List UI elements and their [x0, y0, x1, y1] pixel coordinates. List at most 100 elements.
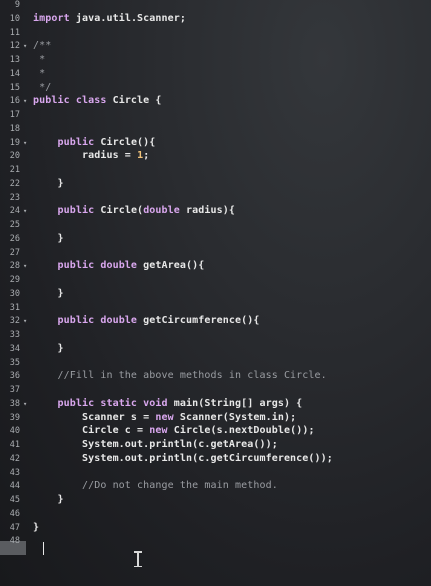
- line-number: 41: [9, 440, 20, 450]
- code-line[interactable]: 17: [0, 108, 431, 122]
- line-number: 34: [9, 343, 20, 354]
- code-line[interactable]: 11: [0, 26, 431, 40]
- keyword-token: public double: [57, 260, 138, 272]
- code-token: }: [33, 521, 40, 533]
- code-line[interactable]: 41 System.out.println(c.getArea());: [0, 438, 431, 452]
- line-number: 42: [9, 453, 20, 464]
- code-line[interactable]: 22 }: [0, 177, 431, 191]
- fold-toggle-icon[interactable]: ▾: [23, 397, 27, 411]
- code-line[interactable]: 34 }: [0, 342, 431, 356]
- comment-token: /**: [33, 40, 52, 52]
- code-line[interactable]: 32 ▾ public double getCircumference(){: [0, 314, 431, 328]
- fold-toggle-icon[interactable]: ▾: [23, 39, 27, 53]
- code-token: radius =: [33, 150, 138, 162]
- fold-toggle-icon[interactable]: ▾: [23, 136, 27, 150]
- line-number: 11: [9, 27, 20, 38]
- code-text: public static void main(String[] args) {: [33, 397, 302, 411]
- code-line[interactable]: 12 ▾ /**: [0, 39, 431, 53]
- code-line[interactable]: 29: [0, 273, 431, 287]
- code-text: //Fill in the above methods in class Cir…: [33, 369, 327, 383]
- code-line[interactable]: 9: [0, 0, 431, 12]
- code-token: Circle(: [94, 205, 144, 217]
- line-number: 46: [9, 508, 20, 519]
- code-line[interactable]: 43: [0, 466, 431, 480]
- code-token: System.out.println(c.getArea());: [33, 439, 278, 450]
- code-token: System.out.println(c.getCircumference())…: [33, 452, 333, 464]
- code-line[interactable]: 30 }: [0, 287, 431, 301]
- code-line[interactable]: 42 System.out.println(c.getCircumference…: [0, 452, 431, 466]
- code-text: public Circle(double radius){: [33, 204, 235, 218]
- code-text: }: [33, 521, 39, 535]
- ibeam-cursor-icon: [133, 551, 143, 567]
- fold-toggle-icon[interactable]: ▾: [23, 204, 27, 218]
- line-number: 40: [9, 426, 20, 437]
- keyword-token: double: [143, 205, 180, 217]
- line-number: 21: [9, 165, 20, 175]
- code-line[interactable]: 25: [0, 218, 431, 232]
- code-line[interactable]: 15 */: [0, 81, 431, 95]
- code-line[interactable]: 26 }: [0, 232, 431, 246]
- code-line[interactable]: 13 *: [0, 53, 431, 67]
- code-line[interactable]: 37: [0, 383, 431, 397]
- code-token: getArea(){: [137, 260, 205, 272]
- code-line[interactable]: 31: [0, 301, 431, 315]
- line-number: 29: [9, 275, 20, 285]
- code-text: public double getCircumference(){: [33, 314, 259, 328]
- code-line[interactable]: 14 *: [0, 67, 431, 81]
- code-text: */: [33, 81, 51, 95]
- code-token: Scanner s =: [33, 411, 156, 423]
- code-line[interactable]: 44 //Do not change the main method.: [0, 479, 431, 493]
- line-number: 9: [14, 0, 20, 10]
- code-text: *: [33, 67, 45, 81]
- line-number: 20: [9, 151, 20, 162]
- code-text: System.out.println(c.getCircumference())…: [33, 452, 333, 466]
- code-token: }: [33, 287, 64, 299]
- line-number: 43: [9, 467, 20, 478]
- line-number: 12: [9, 41, 20, 52]
- fold-toggle-icon[interactable]: ▾: [23, 259, 27, 273]
- code-line[interactable]: 23: [0, 191, 431, 205]
- code-line[interactable]: 21: [0, 163, 431, 177]
- line-number: 30: [9, 288, 20, 299]
- code-token: }: [33, 232, 64, 244]
- code-line[interactable]: 24 ▾ public Circle(double radius){: [0, 204, 431, 218]
- code-line[interactable]: 46: [0, 507, 431, 521]
- line-number: 36: [9, 371, 20, 382]
- comment-token: */: [33, 81, 52, 93]
- code-editor[interactable]: 9 10 import java.util.Scanner; 11 12 ▾/** 13 *…: [0, 0, 431, 586]
- line-number: 33: [9, 330, 20, 340]
- line-number: 28: [9, 261, 20, 272]
- line-number: 45: [9, 495, 20, 505]
- code-line[interactable]: 19 ▾ public Circle(){: [0, 136, 431, 150]
- code-line[interactable]: 27: [0, 246, 431, 260]
- code-token: getCircumference(){: [137, 315, 260, 327]
- code-line[interactable]: 35: [0, 356, 431, 370]
- code-line[interactable]: 10 import java.util.Scanner;: [0, 12, 431, 26]
- code-line[interactable]: 16 ▾ public class Circle {: [0, 94, 431, 108]
- line-number: 27: [9, 247, 20, 258]
- fold-toggle-icon[interactable]: ▾: [23, 314, 27, 328]
- code-line[interactable]: 36 //Fill in the above methods in class …: [0, 369, 431, 383]
- code-text: import java.util.Scanner;: [33, 12, 186, 26]
- keyword-token: public double: [57, 315, 138, 327]
- line-number: 18: [9, 123, 20, 134]
- code-token: }: [33, 177, 64, 189]
- code-line[interactable]: 39 Scanner s = new Scanner(System.in);: [0, 411, 431, 425]
- code-line[interactable]: 18: [0, 122, 431, 136]
- code-line[interactable]: 47}: [0, 521, 431, 535]
- code-line[interactable]: 33: [0, 328, 431, 342]
- keyword-token: public: [57, 205, 95, 217]
- code-line[interactable]: 20 radius = 1;: [0, 149, 431, 163]
- code-line[interactable]: 45 }: [0, 493, 431, 507]
- code-line[interactable]: 40 Circle c = new Circle(s.nextDouble())…: [0, 424, 431, 438]
- code-text: }: [33, 342, 64, 356]
- code-line[interactable]: 38 ▾ public static void main(String[] arg…: [0, 397, 431, 411]
- fold-toggle-icon[interactable]: ▾: [23, 94, 27, 108]
- code-token: radius){: [179, 205, 236, 217]
- code-text: public double getArea(){: [33, 259, 204, 273]
- code-line[interactable]: 48: [0, 534, 431, 548]
- code-line[interactable]: 28 ▾ public double getArea(){: [0, 259, 431, 273]
